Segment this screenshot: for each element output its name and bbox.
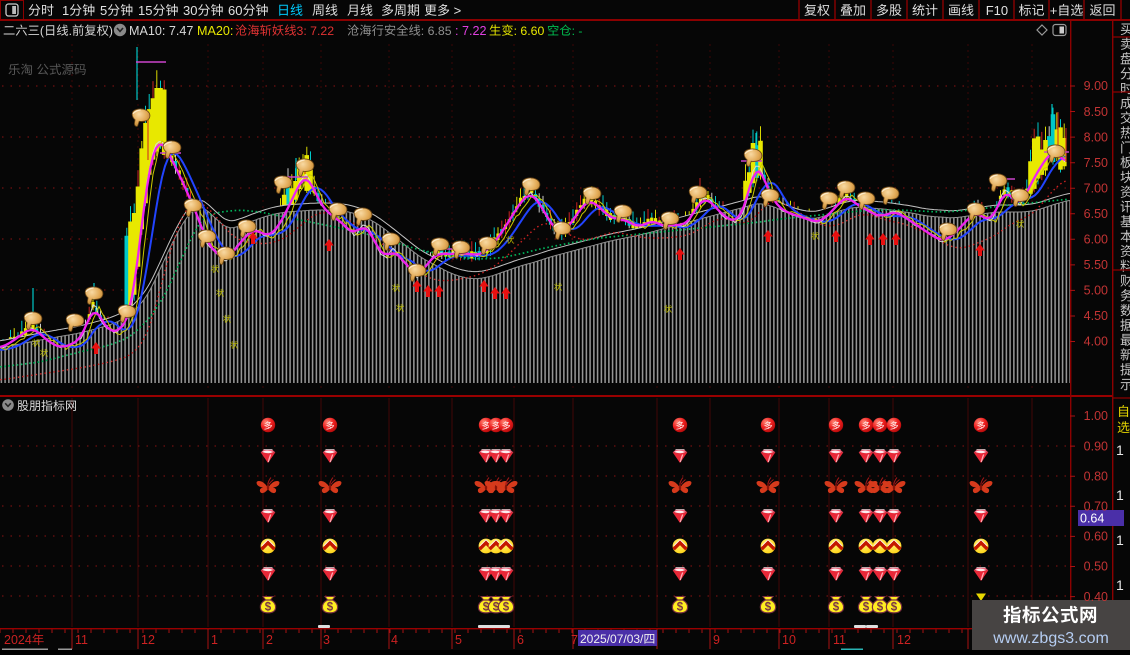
svg-text:6: 6 <box>517 633 524 647</box>
svg-text:9.00: 9.00 <box>1084 79 1108 93</box>
svg-text:1: 1 <box>211 633 218 647</box>
svg-text:6.00: 6.00 <box>1084 233 1108 247</box>
svg-text:.: . <box>69 24 72 38</box>
svg-text:0.80: 0.80 <box>1084 469 1108 483</box>
svg-text:5: 5 <box>100 3 107 18</box>
svg-text:1: 1 <box>1116 577 1124 593</box>
svg-text:11: 11 <box>833 633 846 647</box>
svg-text:9: 9 <box>713 633 720 647</box>
svg-text:5: 5 <box>455 633 462 647</box>
svg-text:5.50: 5.50 <box>1084 258 1108 272</box>
svg-text:): ) <box>109 24 113 38</box>
svg-text:7: 7 <box>571 633 578 647</box>
svg-text:1: 1 <box>62 3 69 18</box>
svg-text:12: 12 <box>141 633 155 647</box>
svg-text:+: + <box>1050 3 1058 18</box>
svg-text:0.50: 0.50 <box>1084 560 1108 574</box>
svg-text:3: 3 <box>323 633 330 647</box>
svg-text:1.00: 1.00 <box>1084 409 1108 423</box>
svg-text:30: 30 <box>183 3 197 18</box>
svg-text:MA20:: MA20: <box>197 24 233 38</box>
svg-text:3: 7.22: 3: 7.22 <box>297 24 335 38</box>
svg-text:: -: : - <box>572 24 583 38</box>
svg-text:: 7.22: : 7.22 <box>455 24 487 38</box>
svg-text:2024: 2024 <box>4 633 32 647</box>
svg-text:MA10: 7.47: MA10: 7.47 <box>129 24 193 38</box>
svg-text:0.64: 0.64 <box>1080 512 1104 526</box>
svg-text:5.00: 5.00 <box>1084 284 1108 298</box>
svg-text:10: 10 <box>782 633 796 647</box>
svg-text:6.50: 6.50 <box>1084 207 1108 221</box>
svg-text:1: 1 <box>1116 532 1124 548</box>
svg-text:0.90: 0.90 <box>1084 439 1108 453</box>
svg-text:2025/07/03/: 2025/07/03/ <box>580 632 644 646</box>
svg-text:11: 11 <box>75 633 88 647</box>
svg-text:7.50: 7.50 <box>1084 156 1108 170</box>
svg-text:F10: F10 <box>986 3 1008 18</box>
svg-text:2: 2 <box>266 633 273 647</box>
svg-text:4: 4 <box>391 633 398 647</box>
svg-text:1: 1 <box>1116 487 1124 503</box>
svg-text:60: 60 <box>228 3 242 18</box>
svg-text:8.50: 8.50 <box>1084 105 1108 119</box>
svg-text:4.00: 4.00 <box>1084 335 1108 349</box>
svg-text:8.00: 8.00 <box>1084 130 1108 144</box>
svg-text:15: 15 <box>138 3 152 18</box>
svg-text:7.00: 7.00 <box>1084 181 1108 195</box>
svg-text:>: > <box>450 3 461 18</box>
svg-text:www.zbgs3.com: www.zbgs3.com <box>992 630 1109 647</box>
svg-text:1: 1 <box>1116 442 1124 458</box>
svg-text:: 6.60: : 6.60 <box>514 24 545 38</box>
svg-text:4.50: 4.50 <box>1084 309 1108 323</box>
svg-text:: 6.85: : 6.85 <box>421 24 452 38</box>
svg-text:0.60: 0.60 <box>1084 530 1108 544</box>
svg-text:0.40: 0.40 <box>1084 590 1108 604</box>
svg-text:12: 12 <box>897 633 911 647</box>
